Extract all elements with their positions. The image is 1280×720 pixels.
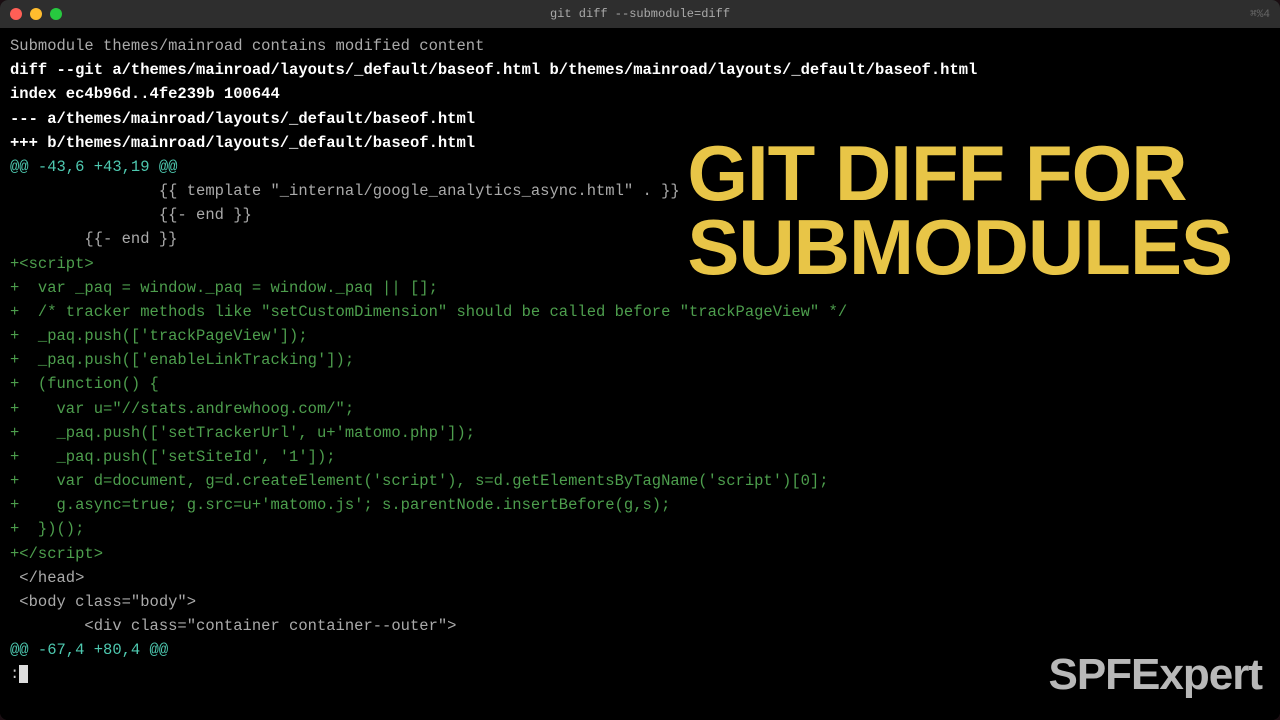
diff-add-line: + _paq.push(['setTrackerUrl', u+'matomo.… <box>10 421 1270 445</box>
diff-add-line: + _paq.push(['setSiteId', '1']); <box>10 445 1270 469</box>
pager-prompt-char: : <box>10 665 19 683</box>
title-bar: git diff --submodule=diff ⌘%4 <box>0 0 1280 28</box>
diff-add-line: + _paq.push(['trackPageView']); <box>10 324 1270 348</box>
diff-header: diff --git a/themes/mainroad/layouts/_de… <box>10 58 1270 82</box>
diff-index: index ec4b96d..4fe239b 100644 <box>10 82 1270 106</box>
diff-add-line: + var u="//stats.andrewhoog.com/"; <box>10 397 1270 421</box>
overlay-title-line1: GIT DIFF FOR <box>687 136 1232 210</box>
minimize-button[interactable] <box>30 8 42 20</box>
diff-context-line: </head> <box>10 566 1270 590</box>
terminal-window: git diff --submodule=diff ⌘%4 Submodule … <box>0 0 1280 720</box>
diff-add-line: +</script> <box>10 542 1270 566</box>
close-button[interactable] <box>10 8 22 20</box>
diff-add-line: + })(); <box>10 517 1270 541</box>
diff-add-line: + /* tracker methods like "setCustomDime… <box>10 300 1270 324</box>
maximize-button[interactable] <box>50 8 62 20</box>
terminal-body[interactable]: Submodule themes/mainroad contains modif… <box>0 28 1280 720</box>
diff-add-line: + g.async=true; g.src=u+'matomo.js'; s.p… <box>10 493 1270 517</box>
diff-old-file: --- a/themes/mainroad/layouts/_default/b… <box>10 107 1270 131</box>
diff-context-line: <div class="container container--outer"> <box>10 614 1270 638</box>
window-title: git diff --submodule=diff <box>550 7 730 21</box>
overlay-title-line2: SUBMODULES <box>687 210 1232 284</box>
window-shortcut-indicator: ⌘%4 <box>1250 7 1270 21</box>
diff-add-line: + (function() { <box>10 372 1270 396</box>
diff-add-line: + var d=document, g=d.createElement('scr… <box>10 469 1270 493</box>
diff-context-line: <body class="body"> <box>10 590 1270 614</box>
diff-submodule-notice: Submodule themes/mainroad contains modif… <box>10 34 1270 58</box>
watermark: SPFExpert <box>1048 641 1262 710</box>
traffic-lights <box>10 8 62 20</box>
cursor <box>19 665 28 683</box>
overlay-title: GIT DIFF FOR SUBMODULES <box>687 136 1232 284</box>
diff-add-line: + _paq.push(['enableLinkTracking']); <box>10 348 1270 372</box>
